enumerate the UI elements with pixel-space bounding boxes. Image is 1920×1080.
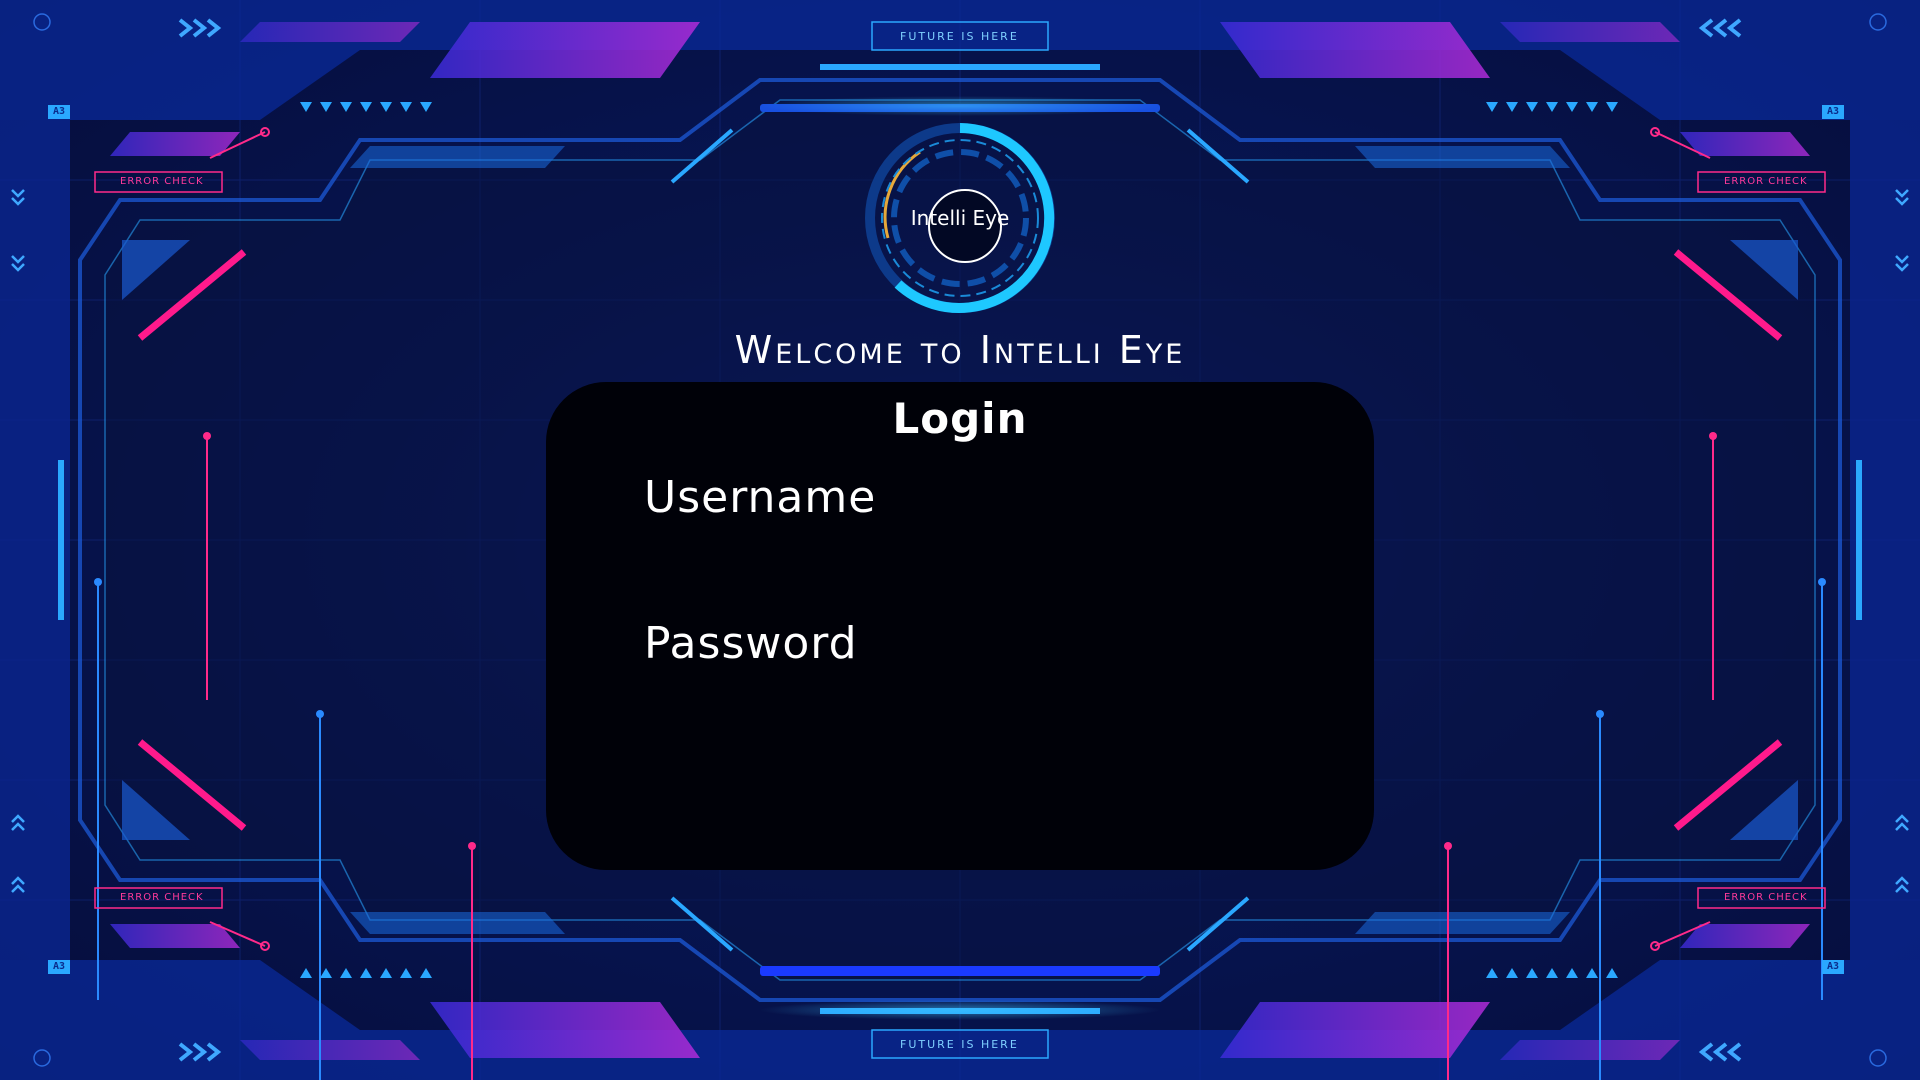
hud-tag: A3 (1822, 960, 1845, 974)
hud-tag: A3 (1822, 105, 1845, 119)
error-check-label: ERROR CHECK (120, 892, 204, 903)
login-panel: Login Username Password (546, 382, 1374, 870)
hud-tag: A3 (48, 960, 71, 974)
password-field[interactable] (644, 684, 1288, 730)
logo-text: Intelli Eye (910, 206, 1010, 230)
username-field[interactable] (644, 538, 1288, 584)
top-banner-text: FUTURE IS HERE (900, 30, 1019, 43)
username-label: Username (644, 472, 877, 523)
bottom-banner-text: FUTURE IS HERE (900, 1038, 1019, 1051)
error-check-label: ERROR CHECK (120, 176, 204, 187)
error-check-label: ERROR CHECK (1724, 892, 1808, 903)
intelli-eye-logo: Intelli Eye (860, 118, 1060, 318)
password-label: Password (644, 618, 858, 669)
error-check-label: ERROR CHECK (1724, 176, 1808, 187)
login-screen: FUTURE IS HERE FUTURE IS HERE ERROR CHEC… (0, 0, 1920, 1080)
hud-tag: A3 (48, 105, 71, 119)
welcome-title: Welcome to Intelli Eye (734, 328, 1186, 372)
login-title: Login (892, 394, 1028, 443)
